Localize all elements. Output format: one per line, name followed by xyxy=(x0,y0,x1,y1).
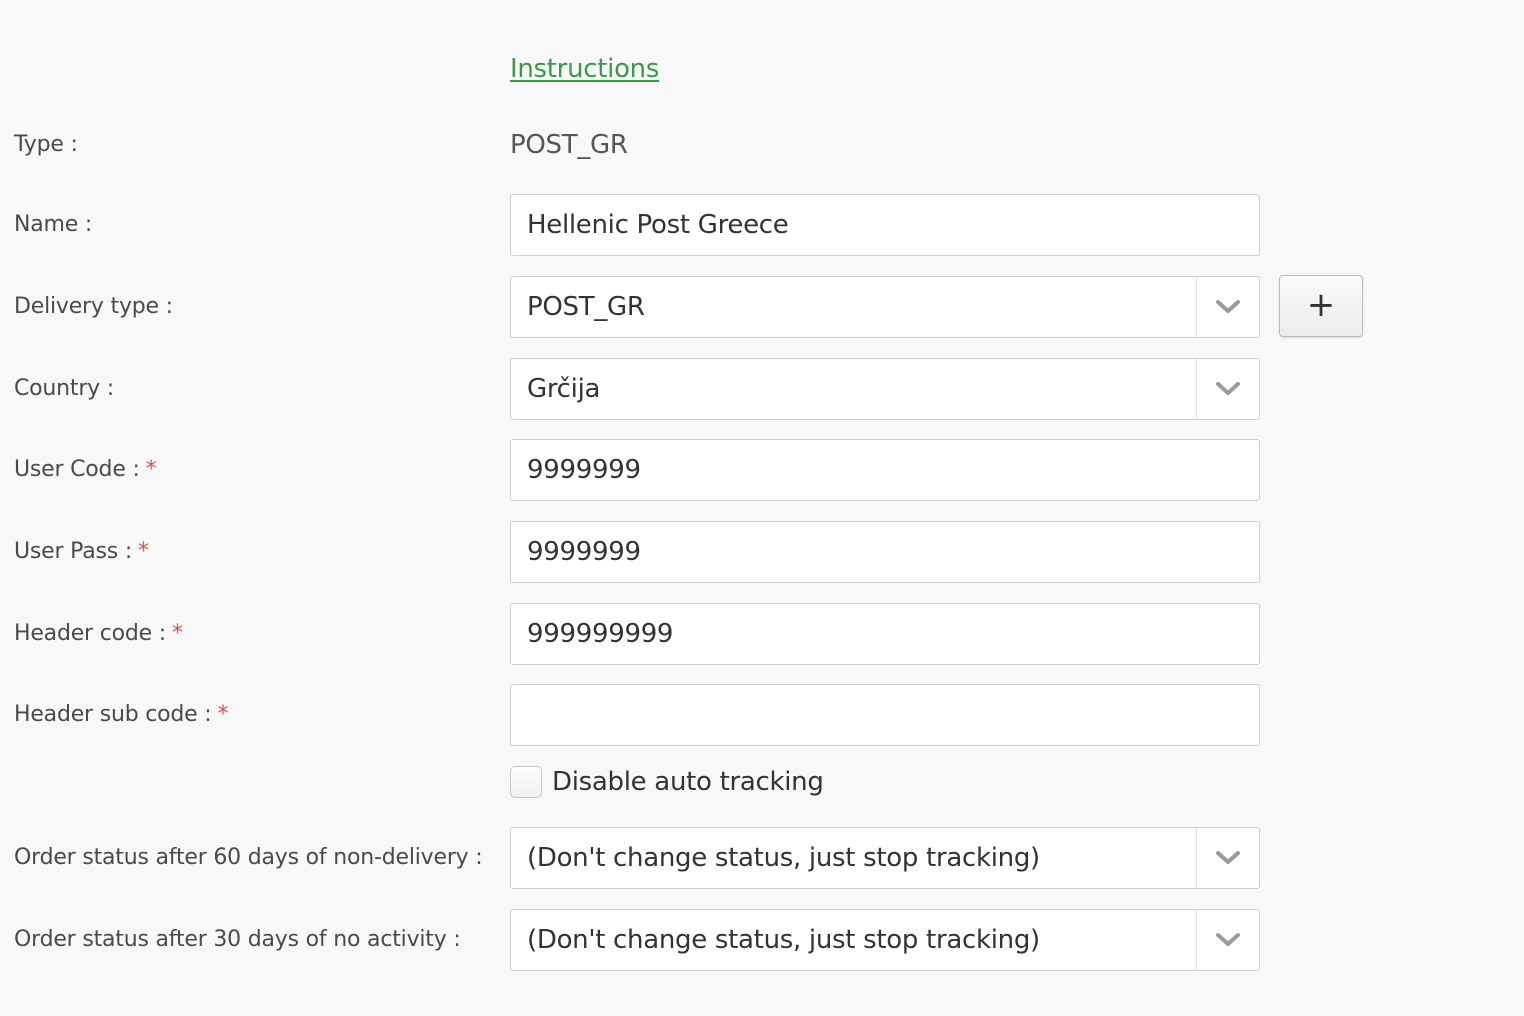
header-code-input[interactable]: 999999999 xyxy=(510,603,1260,665)
status-30-days-dropdown-toggle[interactable] xyxy=(1196,910,1259,970)
name-label: Name : xyxy=(14,212,93,237)
header-code-value: 999999999 xyxy=(527,619,674,649)
user-pass-label: User Pass : * xyxy=(14,539,149,564)
country-label: Country : xyxy=(14,376,115,401)
header-code-label: Header code : * xyxy=(14,621,183,646)
status-60-days-value: (Don't change status, just stop tracking… xyxy=(527,843,1040,873)
required-marker: * xyxy=(217,702,229,727)
required-marker: * xyxy=(145,457,157,482)
user-code-label: User Code : * xyxy=(14,457,157,482)
country-select[interactable]: Grčija xyxy=(510,358,1260,420)
required-marker: * xyxy=(138,539,149,564)
status-60-days-dropdown-toggle[interactable] xyxy=(1196,828,1259,888)
country-value: Grčija xyxy=(527,374,601,404)
delivery-settings-form: Instructions Type : POST_GR Name : Helle… xyxy=(0,0,1524,1016)
name-row: Name : Hellenic Post Greece xyxy=(0,194,1524,256)
header-sub-code-label: Header sub code : * xyxy=(14,702,229,727)
country-row: Country : Grčija xyxy=(0,358,1524,420)
instructions-link[interactable]: Instructions xyxy=(510,54,659,84)
chevron-down-icon xyxy=(1216,300,1240,313)
type-value: POST_GR xyxy=(510,130,628,160)
type-row: Type : POST_GR xyxy=(0,114,1524,176)
disable-auto-tracking-checkbox[interactable] xyxy=(510,766,542,798)
chevron-down-icon xyxy=(1216,382,1240,395)
add-delivery-type-button[interactable]: + xyxy=(1279,275,1363,337)
status-60-days-label: Order status after 60 days of non-delive… xyxy=(14,845,483,870)
name-input[interactable]: Hellenic Post Greece xyxy=(510,194,1260,256)
status-60-days-row: Order status after 60 days of non-delive… xyxy=(0,827,1524,889)
user-code-input[interactable]: 9999999 xyxy=(510,439,1260,501)
user-pass-row: User Pass : * 9999999 xyxy=(0,521,1524,583)
user-code-row: User Code : * 9999999 xyxy=(0,439,1524,501)
user-code-value: 9999999 xyxy=(527,455,641,485)
name-input-value: Hellenic Post Greece xyxy=(527,210,789,240)
chevron-down-icon xyxy=(1216,933,1240,946)
header-sub-code-input[interactable] xyxy=(510,684,1260,746)
header-code-row: Header code : * 999999999 xyxy=(0,603,1524,665)
user-pass-input[interactable]: 9999999 xyxy=(510,521,1260,583)
status-30-days-value: (Don't change status, just stop tracking… xyxy=(527,925,1040,955)
delivery-type-label: Delivery type : xyxy=(14,294,173,319)
delivery-type-row: Delivery type : POST_GR + xyxy=(0,275,1524,338)
delivery-type-value: POST_GR xyxy=(527,292,645,322)
chevron-down-icon xyxy=(1216,851,1240,864)
delivery-type-dropdown-toggle[interactable] xyxy=(1196,277,1259,337)
status-30-days-label: Order status after 30 days of no activit… xyxy=(14,927,461,952)
disable-auto-tracking-label[interactable]: Disable auto tracking xyxy=(552,764,824,800)
plus-icon: + xyxy=(1306,285,1336,325)
status-60-days-select[interactable]: (Don't change status, just stop tracking… xyxy=(510,827,1260,889)
required-marker: * xyxy=(171,621,183,646)
country-dropdown-toggle[interactable] xyxy=(1196,359,1259,419)
header-sub-code-row: Header sub code : * xyxy=(0,684,1524,746)
user-pass-value: 9999999 xyxy=(527,537,641,567)
delivery-type-select[interactable]: POST_GR xyxy=(510,276,1260,338)
status-30-days-row: Order status after 30 days of no activit… xyxy=(0,909,1524,971)
type-label: Type : xyxy=(14,132,78,157)
status-30-days-select[interactable]: (Don't change status, just stop tracking… xyxy=(510,909,1260,971)
